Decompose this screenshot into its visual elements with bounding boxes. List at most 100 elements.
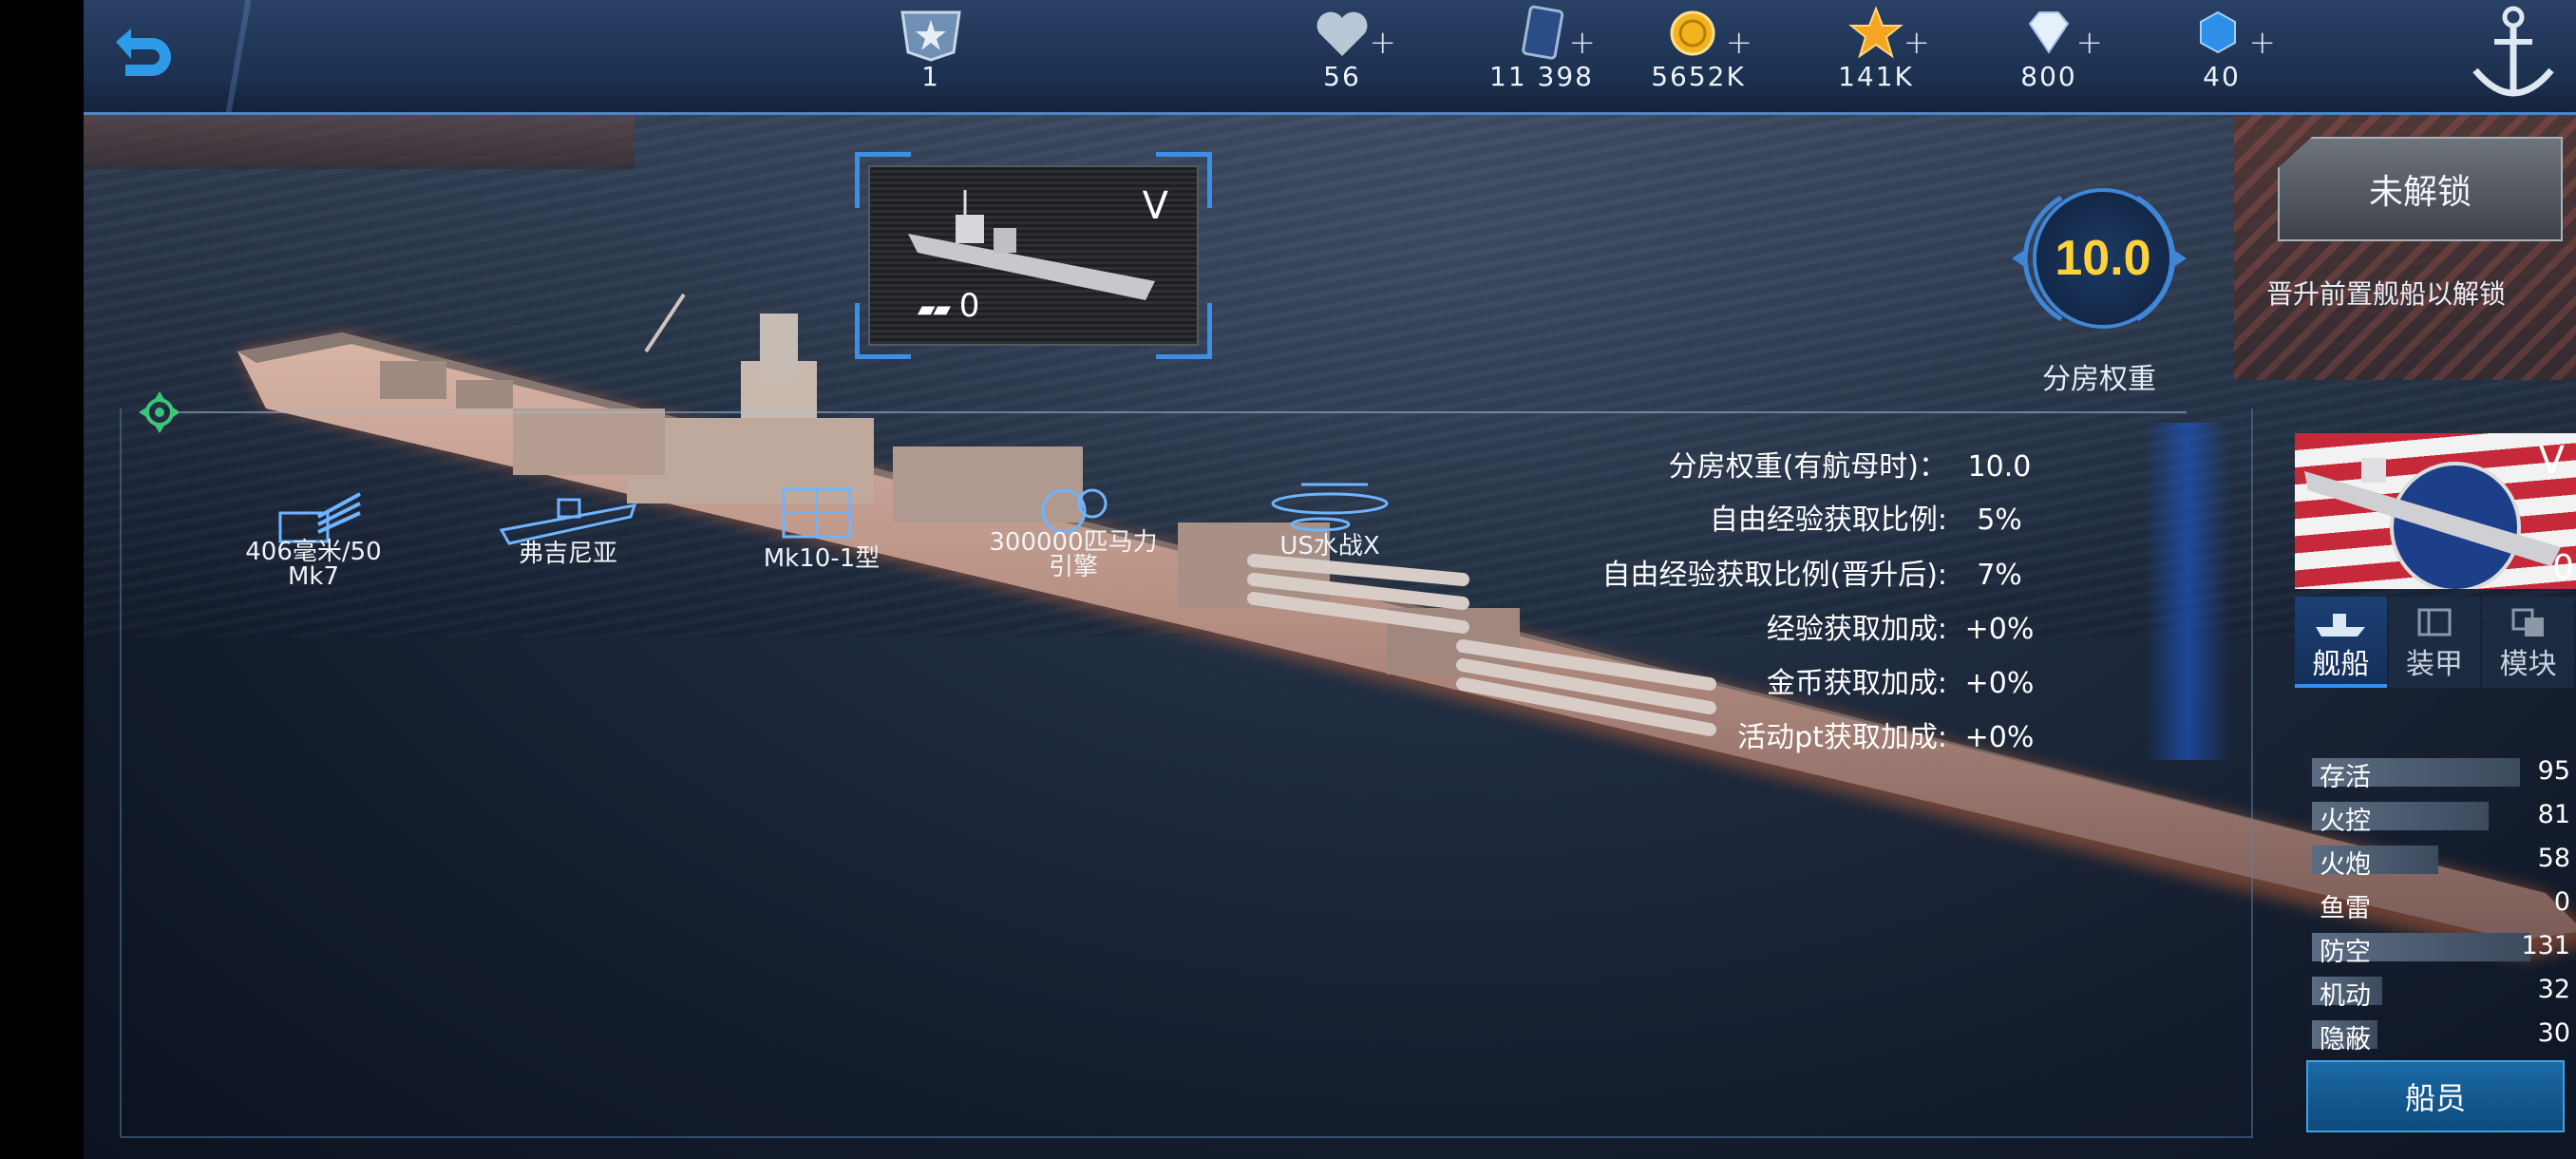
stat-label: 经验获取加成: [1766, 613, 1947, 646]
rank-badge-icon [900, 10, 961, 62]
plus-icon: + [1568, 24, 1597, 62]
tab-armor[interactable]: 装甲 [2388, 597, 2481, 688]
stat-value: 10.0 [1967, 450, 2032, 484]
stat-value: 5% [1977, 504, 2022, 537]
attribute-name: 隐蔽 [2320, 1025, 2371, 1054]
stat-row: 活动pt获取加成: +0% [1737, 713, 2042, 754]
resource-diamonds[interactable]: + 800 [1978, 6, 2120, 92]
ship-card-count: ▰▰ 0 [918, 287, 979, 325]
ship-detail-panel: V 0 舰船 装甲 模块 存活 95 火控 81 火炮 58 鱼雷 0 防空 131 机动… [2295, 433, 2576, 1134]
stat-row: 分房权重(有航母时)： 10.0 [1668, 443, 2042, 484]
attribute-name: 存活 [2320, 763, 2371, 792]
resource-gems[interactable]: + 40 [2150, 6, 2293, 92]
equip-label: US水战X [1279, 532, 1380, 560]
equip-label: 406毫米/50 Mk7 [245, 538, 382, 591]
stat-value: +0% [1964, 613, 2035, 646]
back-arrow-icon [116, 28, 171, 76]
equip-radar[interactable]: Mk10-1型 [741, 480, 902, 571]
stat-label: 分房权重(有航母时)： [1668, 450, 1947, 484]
ship-flag-card[interactable]: V 0 [2295, 433, 2576, 589]
stat-row: 自由经验获取比例: 5% [1709, 496, 2042, 537]
crew-button[interactable]: 船员 [2306, 1060, 2565, 1132]
gold-coin-icon [1670, 10, 1715, 56]
tab-label: 舰船 [2312, 648, 2370, 681]
stat-label: 金币获取加成: [1766, 667, 1947, 700]
equip-label: 弗吉尼亚 [518, 540, 617, 568]
ship-tier: V [1142, 184, 1168, 228]
unlock-label: 未解锁 [2368, 173, 2472, 212]
stat-label: 活动pt获取加成: [1737, 721, 1947, 754]
star-icon [1848, 6, 1904, 59]
stat-value: +0% [1964, 667, 2035, 700]
weight-label: 分房权重 [2042, 363, 2156, 396]
stat-row: 自由经验获取比例(晋升后): 7% [1601, 551, 2042, 592]
topbar-decoration [217, 0, 464, 112]
crosshair-icon[interactable] [139, 391, 180, 433]
attribute-antiair: 防空 131 [2312, 929, 2576, 967]
detail-tabs: 舰船 装甲 模块 [2295, 597, 2576, 688]
attribute-value: 131 [2521, 931, 2570, 960]
stat-row: 金币获取加成: +0% [1766, 659, 2042, 700]
stat-label: 自由经验获取比例(晋升后): [1601, 559, 1947, 592]
unlock-button[interactable]: 未解锁 [2278, 137, 2563, 241]
tab-label: 模块 [2499, 648, 2557, 681]
plus-icon: + [1369, 24, 1397, 62]
stars-value: 141K [1838, 61, 1914, 92]
equip-label: 300000匹马力 引擎 [989, 528, 1158, 581]
guide-line [180, 411, 2187, 413]
equip-seaplane[interactable]: US水战X [1244, 466, 1415, 559]
attribute-name: 防空 [2320, 938, 2371, 967]
gold-value: 5652K [1651, 61, 1746, 92]
radar-icon [782, 487, 852, 539]
ship-card[interactable]: V ▰▰ 0 [855, 152, 1212, 359]
tab-label: 装甲 [2406, 648, 2463, 681]
rank-value: 1 [921, 61, 940, 92]
stat-label: 自由经验获取比例: [1709, 504, 1947, 537]
resource-stars[interactable]: + 141K [1805, 6, 1947, 92]
attribute-name: 火控 [2320, 807, 2371, 836]
attribute-name: 机动 [2320, 981, 2371, 1011]
attribute-value: 32 [2537, 975, 2570, 1004]
equip-engine[interactable]: 300000匹马力 引擎 [978, 475, 1168, 580]
module-tab-icon [2511, 608, 2544, 636]
anchor-icon[interactable] [2468, 4, 2559, 108]
stat-row: 经验获取加成: +0% [1766, 605, 2042, 646]
gems-value: 40 [2203, 61, 2241, 92]
blue-gem-icon [2200, 10, 2236, 54]
ship-card-image: V ▰▰ 0 [868, 165, 1199, 346]
unlock-hint: 晋升前置舰船以解锁 [2266, 278, 2507, 310]
weight-value: 10.0 [2055, 231, 2151, 286]
crew-button-label: 船员 [2404, 1080, 2466, 1116]
dock-left [84, 112, 635, 169]
resource-stamina[interactable]: + 56 [1271, 6, 1413, 92]
plus-icon: + [1903, 24, 1931, 62]
left-black-bar [0, 0, 84, 1159]
attribute-value: 81 [2537, 800, 2570, 829]
equip-main-gun[interactable]: 406毫米/50 Mk7 [228, 475, 399, 589]
diamonds-value: 800 [2020, 61, 2077, 92]
card-icon [1522, 5, 1564, 60]
equip-hull[interactable]: 弗吉尼亚 [483, 483, 653, 566]
tab-ship[interactable]: 舰船 [2295, 597, 2387, 688]
stat-value: +0% [1964, 721, 2035, 754]
plus-icon: + [1725, 24, 1753, 62]
attribute-torpedo: 鱼雷 0 [2312, 885, 2576, 923]
plus-icon: + [2248, 24, 2277, 62]
back-button[interactable] [103, 21, 179, 87]
diamond-icon [2028, 11, 2070, 54]
resource-gold[interactable]: + 5652K [1627, 6, 1770, 92]
heart-icon [1316, 11, 1368, 56]
weight-indicator: 10.0 [2004, 188, 2194, 329]
ship-thumbnail [2304, 458, 2561, 566]
attribute-survival: 存活 95 [2312, 754, 2576, 792]
fragment-icon: ▰▰ [918, 295, 951, 322]
resource-rank[interactable]: 1 [860, 6, 1002, 92]
stamina-value: 56 [1323, 61, 1361, 92]
resource-cards[interactable]: + 11 398 [1470, 5, 1613, 92]
weight-circle: 10.0 [2033, 188, 2173, 329]
attribute-value: 30 [2537, 1018, 2570, 1048]
tab-module[interactable]: 模块 [2482, 597, 2575, 688]
attribute-mobility: 机动 32 [2312, 973, 2576, 1011]
attribute-firecontrol: 火控 81 [2312, 798, 2576, 836]
side-card-tier: V [2538, 439, 2565, 483]
